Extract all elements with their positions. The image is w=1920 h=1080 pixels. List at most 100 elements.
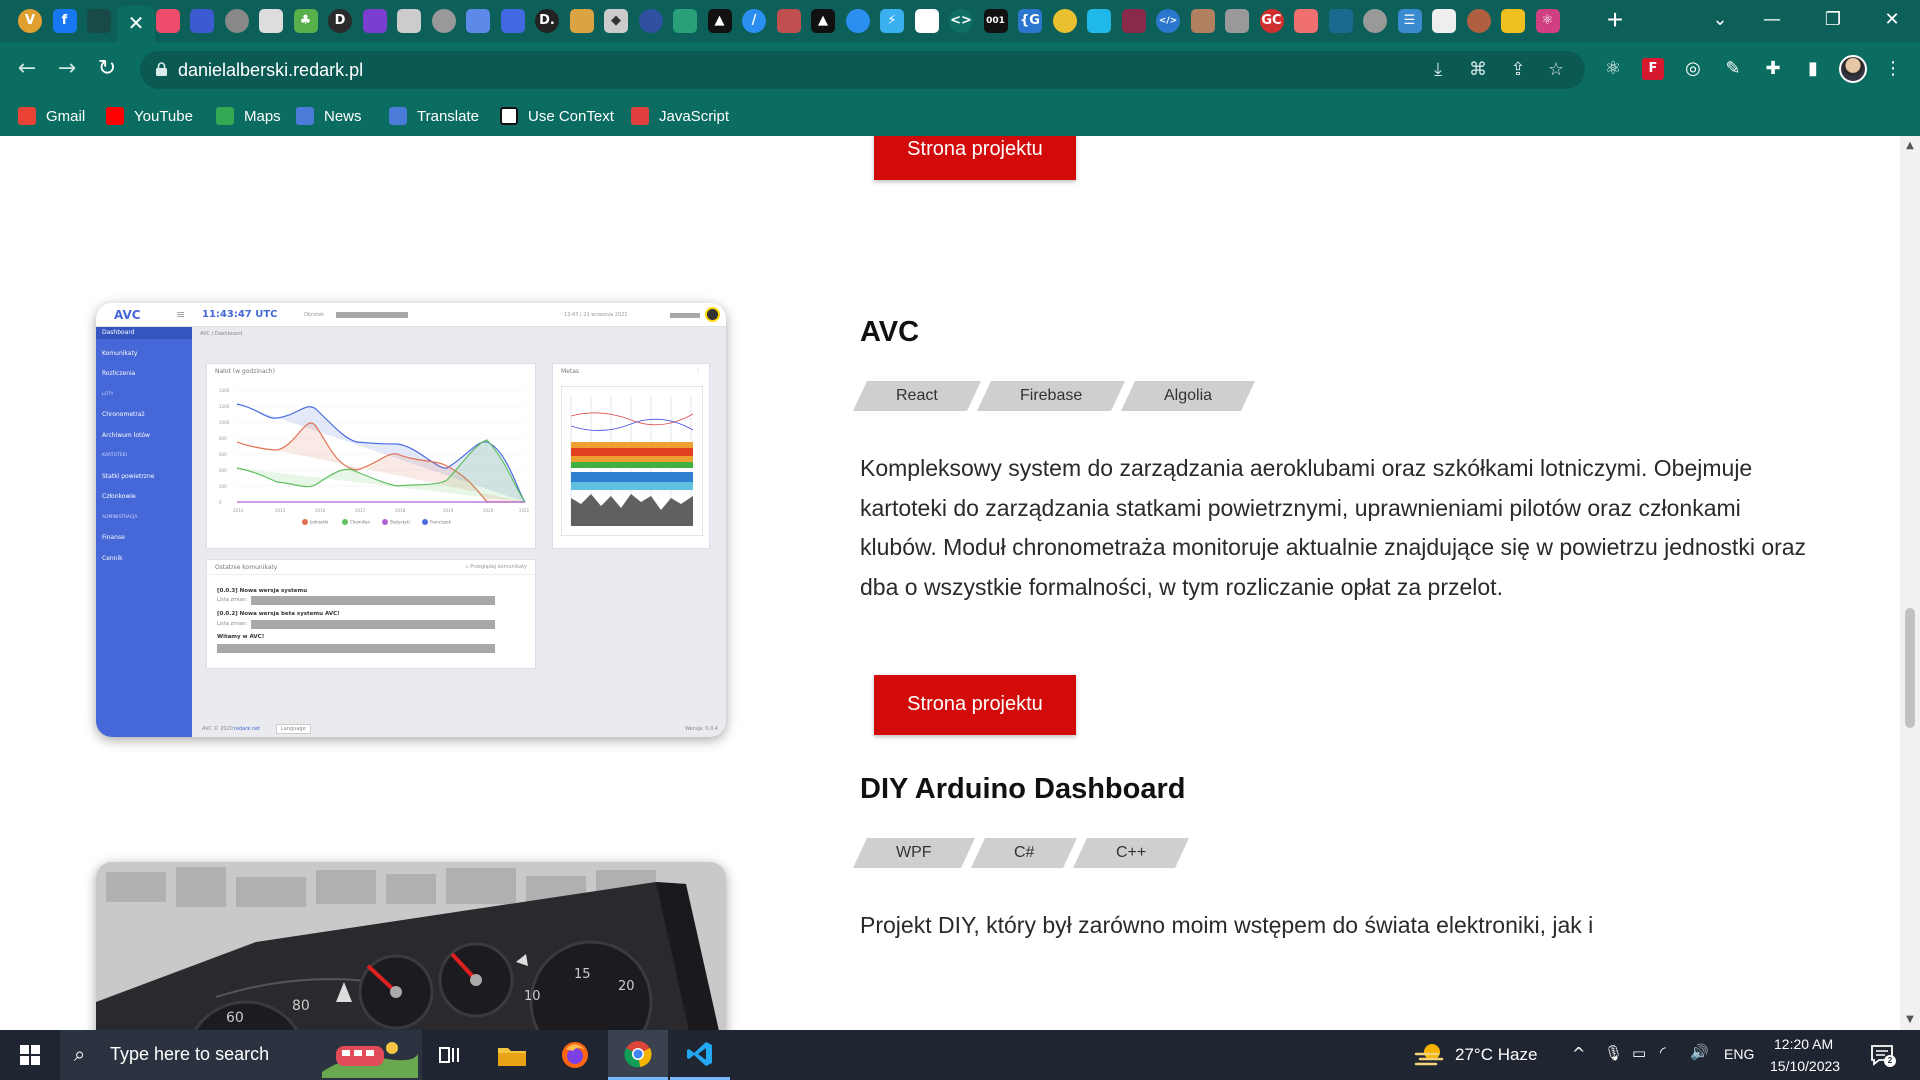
tab-icon-yellow-figure[interactable]: [1501, 9, 1525, 33]
bookmark-use-context[interactable]: Use ConText: [500, 96, 614, 136]
tab-icon-frame[interactable]: [673, 9, 697, 33]
tab-icon-bolt[interactable]: ⚡: [880, 9, 904, 33]
back-icon[interactable]: ←: [12, 54, 42, 84]
new-tab-button[interactable]: +: [1600, 4, 1630, 36]
tab-icon-cyan[interactable]: [1087, 9, 1111, 33]
tab-icon-blue-circle[interactable]: [500, 9, 525, 33]
page-scrollbar[interactable]: ▲ ▼: [1900, 136, 1920, 1030]
tab-icon-globe-3[interactable]: [1225, 9, 1249, 33]
tab-icon-code[interactable]: <>: [949, 9, 973, 33]
share-icon[interactable]: ⇪: [1508, 60, 1528, 80]
tab-icon-food[interactable]: [1294, 9, 1318, 33]
tab-icon-blue-square[interactable]: [190, 9, 214, 33]
weather-text[interactable]: 27°C Haze: [1455, 1045, 1537, 1065]
side-panel-icon[interactable]: ▮: [1802, 58, 1824, 80]
language-indicator[interactable]: ENG: [1724, 1046, 1754, 1062]
scroll-up-icon[interactable]: ▲: [1904, 140, 1916, 152]
tab-icon-globe-gray[interactable]: [431, 9, 456, 33]
menu-kebab-icon[interactable]: ⋮: [1882, 58, 1904, 80]
tab-icon-figure[interactable]: [776, 9, 801, 33]
tab-icon-chicken[interactable]: [1052, 9, 1077, 33]
install-icon[interactable]: ⤓: [1428, 60, 1448, 80]
microphone-icon[interactable]: 🎙: [1604, 1044, 1623, 1062]
chrome-icon[interactable]: [608, 1030, 668, 1080]
bookmark-gmail[interactable]: Gmail: [18, 96, 85, 136]
minimize-button[interactable]: —: [1752, 4, 1792, 36]
react-devtools-icon[interactable]: ⚛: [1602, 58, 1624, 80]
compass-extension-icon[interactable]: ◎: [1682, 58, 1704, 80]
volume-icon[interactable]: 🔊: [1690, 1043, 1709, 1061]
tab-icon-globe[interactable]: [397, 9, 421, 33]
tab-icon-white-circle[interactable]: [1432, 9, 1456, 33]
bookmark-star-icon[interactable]: ☆: [1546, 60, 1566, 80]
tab-icon-face[interactable]: [1466, 9, 1491, 33]
extensions-puzzle-icon[interactable]: ✚: [1762, 58, 1784, 80]
active-tab-close-icon[interactable]: ✕: [117, 6, 155, 42]
close-window-button[interactable]: ✕: [1872, 4, 1912, 36]
tab-icon-blue-doc[interactable]: [466, 9, 490, 33]
tab-icon-red-circle[interactable]: [155, 9, 180, 33]
color-picker-icon[interactable]: ✎: [1722, 58, 1744, 80]
tab-icon-photo[interactable]: [569, 9, 594, 33]
vivaldi-icon[interactable]: V: [18, 9, 42, 33]
tab-icon-brace[interactable]: {G: [1018, 9, 1042, 33]
tray-chevron-icon[interactable]: ^: [1572, 1044, 1585, 1063]
windows-start-icon[interactable]: [0, 1030, 60, 1080]
tab-icon-tree[interactable]: [1328, 9, 1353, 33]
tab-icon-stripes[interactable]: ☰: [1397, 9, 1422, 33]
tab-icon-d-letter[interactable]: D.: [535, 9, 559, 33]
project-page-button-previous[interactable]: Strona projektu: [874, 136, 1076, 180]
vscode-icon[interactable]: [670, 1030, 730, 1080]
tab-icon-d-dark[interactable]: D: [328, 9, 352, 33]
battery-icon[interactable]: ▭: [1632, 1044, 1646, 1062]
tab-icon-triangle[interactable]: ▲: [707, 9, 732, 33]
lock-icon[interactable]: [156, 62, 167, 76]
tab-icon-globe-4[interactable]: [1363, 9, 1387, 33]
tab-icon-slash[interactable]: /: [742, 9, 766, 33]
bookmark-news[interactable]: News: [296, 96, 362, 136]
facebook-icon[interactable]: f: [52, 9, 77, 33]
tab-icon-triangle-2[interactable]: ▲: [811, 9, 835, 33]
restore-button[interactable]: ❐: [1813, 4, 1853, 36]
tab-search-icon[interactable]: ⌄: [1700, 4, 1740, 36]
bookmark-maps[interactable]: Maps: [216, 96, 281, 136]
tab-icon-atom[interactable]: ⚛: [1535, 9, 1560, 33]
file-explorer-icon[interactable]: [482, 1030, 542, 1080]
bookmark-youtube[interactable]: YouTube: [106, 96, 193, 136]
profile-avatar[interactable]: [1839, 55, 1867, 83]
url-text[interactable]: danielalberski.redark.pl: [178, 51, 363, 89]
tab-icon-portrait[interactable]: [1190, 9, 1215, 33]
avc-screenshot: AVC ≡ 11:43:47 UTC Obrotek 13:43 | 21 wr…: [96, 303, 726, 737]
address-bar[interactable]: danielalberski.redark.pl ⤓ ⌘ ⇪ ☆: [140, 51, 1585, 89]
scroll-thumb[interactable]: [1905, 608, 1915, 728]
bookmark-translate[interactable]: Translate: [389, 96, 479, 136]
tab-icon-purple[interactable]: [362, 9, 387, 33]
scroll-down-icon[interactable]: ▼: [1904, 1014, 1916, 1026]
tab-icon-cloud[interactable]: [259, 9, 283, 33]
translate-icon[interactable]: ⌘: [1468, 60, 1488, 80]
tab-icon-clover[interactable]: ♣: [293, 9, 318, 33]
tab-icon-dark[interactable]: [87, 9, 111, 33]
forward-icon[interactable]: →: [52, 54, 82, 84]
taskbar-search-box[interactable]: ⌕ Type here to search: [60, 1030, 422, 1080]
tab-icon-vscode-web[interactable]: </>: [1156, 9, 1180, 33]
wifi-icon[interactable]: ◜: [1660, 1043, 1666, 1061]
clock-date[interactable]: 15/10/2023: [1770, 1058, 1840, 1074]
task-view-icon[interactable]: [420, 1030, 480, 1080]
project-page-button[interactable]: Strona projektu: [874, 675, 1076, 735]
bookmark-javascript[interactable]: JavaScript: [631, 96, 729, 136]
tab-icon-y[interactable]: Y: [914, 9, 939, 33]
firefox-icon[interactable]: [545, 1030, 605, 1080]
tab-icon-ring[interactable]: [845, 9, 870, 33]
tab-icon-gear[interactable]: [224, 9, 249, 33]
clock-time[interactable]: 12:20 AM: [1774, 1036, 1833, 1052]
tab-icon-maroon[interactable]: [1121, 9, 1146, 33]
tab-icon-001[interactable]: 001: [983, 9, 1008, 33]
notifications-icon[interactable]: 2: [1870, 1043, 1896, 1067]
tab-icon-gc[interactable]: GC: [1259, 9, 1284, 33]
tab-icon-dots[interactable]: ◆: [604, 9, 628, 33]
weather-icon[interactable]: [1414, 1042, 1444, 1068]
tab-icon-gear-blue[interactable]: [638, 9, 663, 33]
reload-icon[interactable]: ↻: [92, 54, 122, 84]
flipboard-icon[interactable]: F: [1642, 58, 1664, 80]
